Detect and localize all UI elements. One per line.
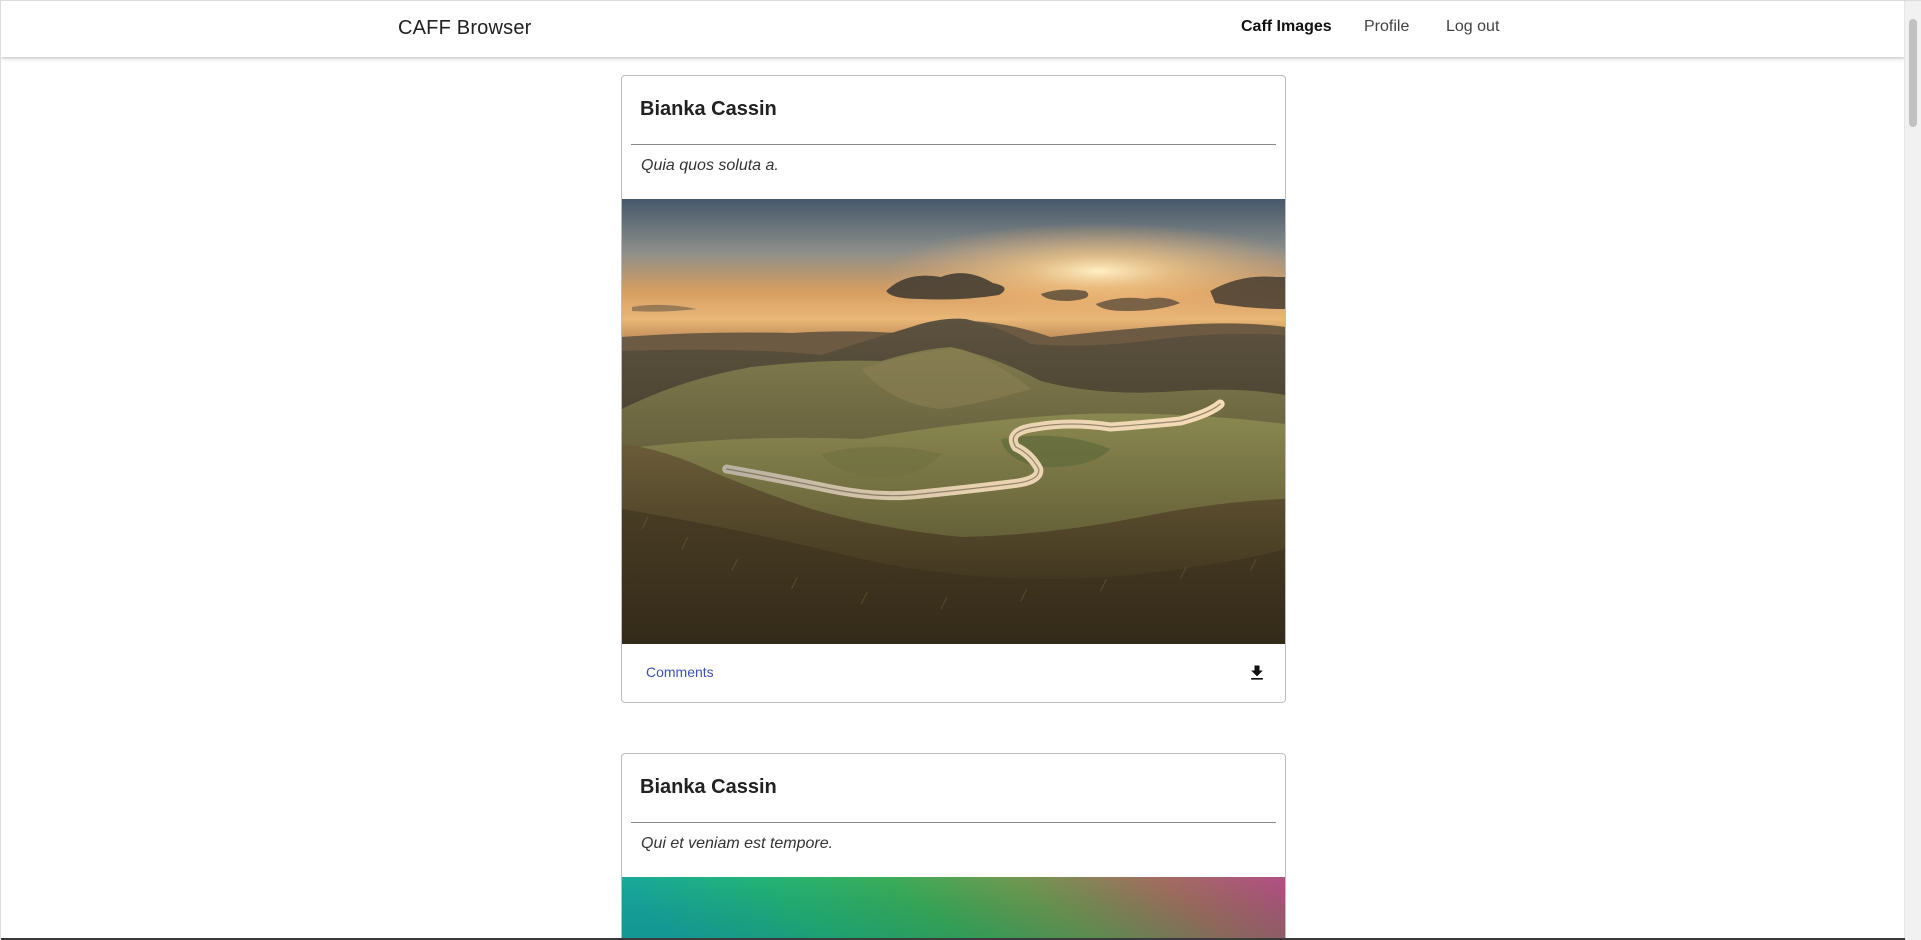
card-divider — [631, 822, 1276, 823]
nav-profile[interactable]: Profile — [1364, 18, 1409, 42]
card-description: Quia quos soluta a. — [641, 157, 779, 174]
card-author: Bianka Cassin — [640, 98, 777, 120]
comments-button[interactable]: Comments — [638, 658, 722, 686]
caff-card: Bianka Cassin Qui et veniam est tempore. — [621, 753, 1286, 940]
nav-caff-images[interactable]: Caff Images — [1241, 18, 1332, 42]
card-author: Bianka Cassin — [640, 776, 777, 798]
caff-card: Bianka Cassin Quia quos soluta a. Commen… — [621, 75, 1286, 703]
card-divider — [631, 144, 1276, 145]
page-scrollbar[interactable] — [1904, 1, 1921, 940]
scrollbar-thumb[interactable] — [1909, 19, 1917, 127]
gradient-image — [622, 877, 1285, 940]
nav-log-out[interactable]: Log out — [1446, 18, 1499, 42]
app-title[interactable]: CAFF Browser — [398, 17, 532, 40]
caff-image — [622, 199, 1285, 644]
download-icon — [1251, 665, 1263, 680]
caff-image — [622, 877, 1285, 940]
browser-viewport: CAFF Browser Caff Images Profile Log out… — [0, 0, 1921, 940]
card-actions: Comments — [622, 644, 1285, 702]
download-button[interactable] — [1239, 655, 1275, 691]
landscape-image — [622, 199, 1285, 644]
app-bar: CAFF Browser Caff Images Profile Log out — [1, 1, 1905, 57]
card-description: Qui et veniam est tempore. — [641, 835, 834, 852]
